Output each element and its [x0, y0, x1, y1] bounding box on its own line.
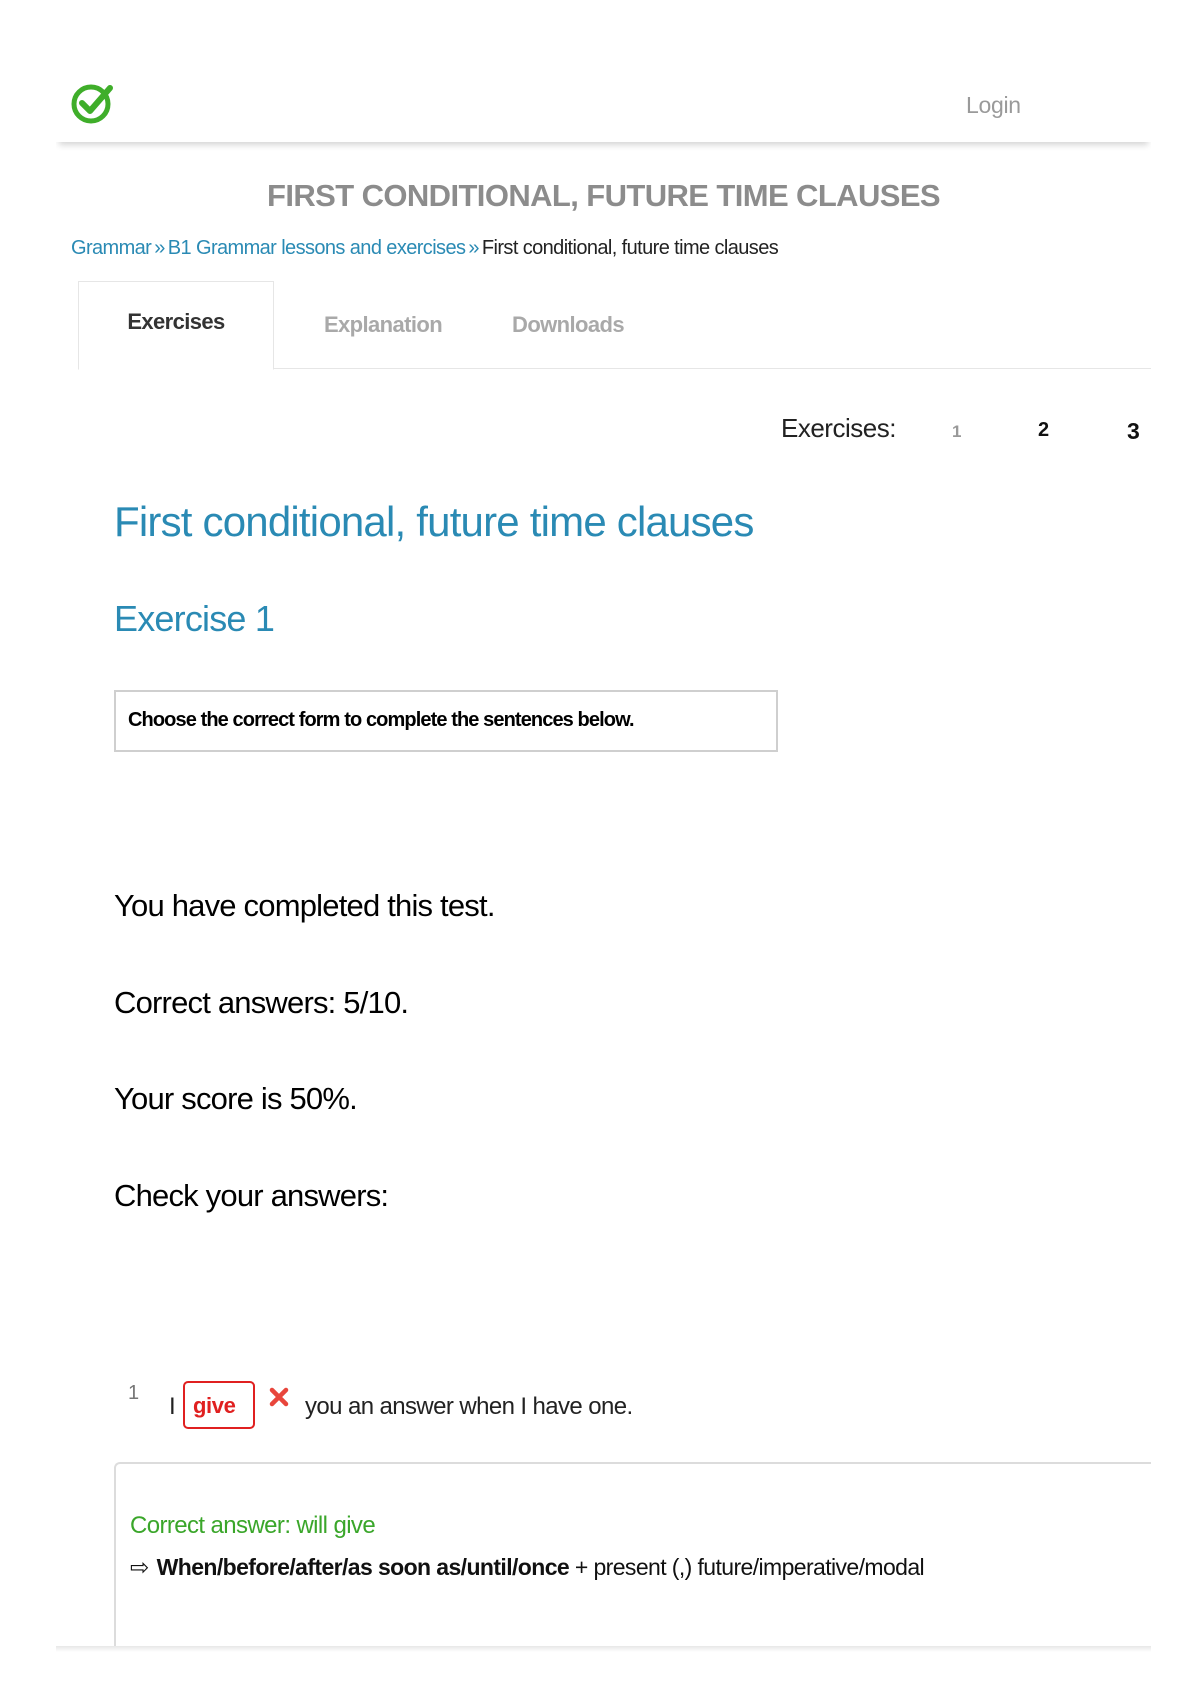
pager-page-3[interactable]: 3 [1127, 418, 1140, 445]
grammar-rule: ⇨ When/before/after/as soon as/until/once… [130, 1554, 925, 1581]
arrow-right-icon: ⇨ [130, 1554, 149, 1580]
instruction-text: Choose the correct form to complete the … [128, 709, 635, 731]
rule-conjunctions: When/before/after/as soon as/until/once [156, 1554, 570, 1580]
check-answers-heading: Check your answers: [114, 1178, 389, 1213]
completed-message: You have completed this test. [114, 888, 495, 923]
login-link[interactable]: Login [966, 92, 1021, 119]
tab-explanation[interactable]: Explanation [298, 281, 468, 368]
breadcrumb-b1-lessons-link[interactable]: B1 Grammar lessons and exercises [168, 237, 466, 259]
breadcrumb-current: First conditional, future time clauses [481, 237, 779, 259]
instruction-box: Choose the correct form to complete the … [114, 690, 778, 752]
score-text: Your score is 50%. [114, 1081, 358, 1116]
breadcrumb: Grammar» B1 Grammar lessons and exercises… [71, 237, 779, 260]
tab-exercises[interactable]: Exercises [78, 281, 274, 370]
rule-structure: + present (,) future/imperative/modal [569, 1554, 925, 1580]
breadcrumb-separator: » [468, 237, 479, 259]
page-bottom-shadow [56, 1646, 1151, 1652]
pager-page-2[interactable]: 2 [1038, 419, 1049, 442]
correct-answers-count: Correct answers: 5/10. [114, 985, 409, 1020]
exercise-heading: Exercise 1 [114, 598, 275, 639]
question-text-before: I [169, 1393, 176, 1420]
question-text-after: you an answer when I have one. [305, 1393, 633, 1420]
given-answer: give [193, 1393, 236, 1418]
pager-label: Exercises: [781, 413, 896, 443]
correct-answer-text: Correct answer: will give [130, 1512, 376, 1539]
tab-bar: Exercises Explanation Downloads [78, 281, 1151, 370]
breadcrumb-grammar-link[interactable]: Grammar [71, 237, 152, 259]
question-number: 1 [128, 1382, 140, 1404]
page-title: FIRST CONDITIONAL, FUTURE TIME CLAUSES [267, 178, 941, 213]
site-header: Login [56, 0, 1151, 142]
tab-downloads[interactable]: Downloads [482, 281, 654, 368]
checkmark-circle-icon[interactable] [70, 80, 116, 126]
lesson-title: First conditional, future time clauses [114, 498, 754, 545]
feedback-box: Correct answer: will give ⇨ When/before/a… [114, 1462, 1151, 1650]
wrong-x-icon [269, 1387, 289, 1407]
page: Login FIRST CONDITIONAL, FUTURE TIME CLA… [56, 0, 1151, 1650]
pager-page-1[interactable]: 1 [952, 422, 961, 442]
given-answer-box: give [183, 1381, 255, 1429]
breadcrumb-separator: » [154, 237, 165, 259]
